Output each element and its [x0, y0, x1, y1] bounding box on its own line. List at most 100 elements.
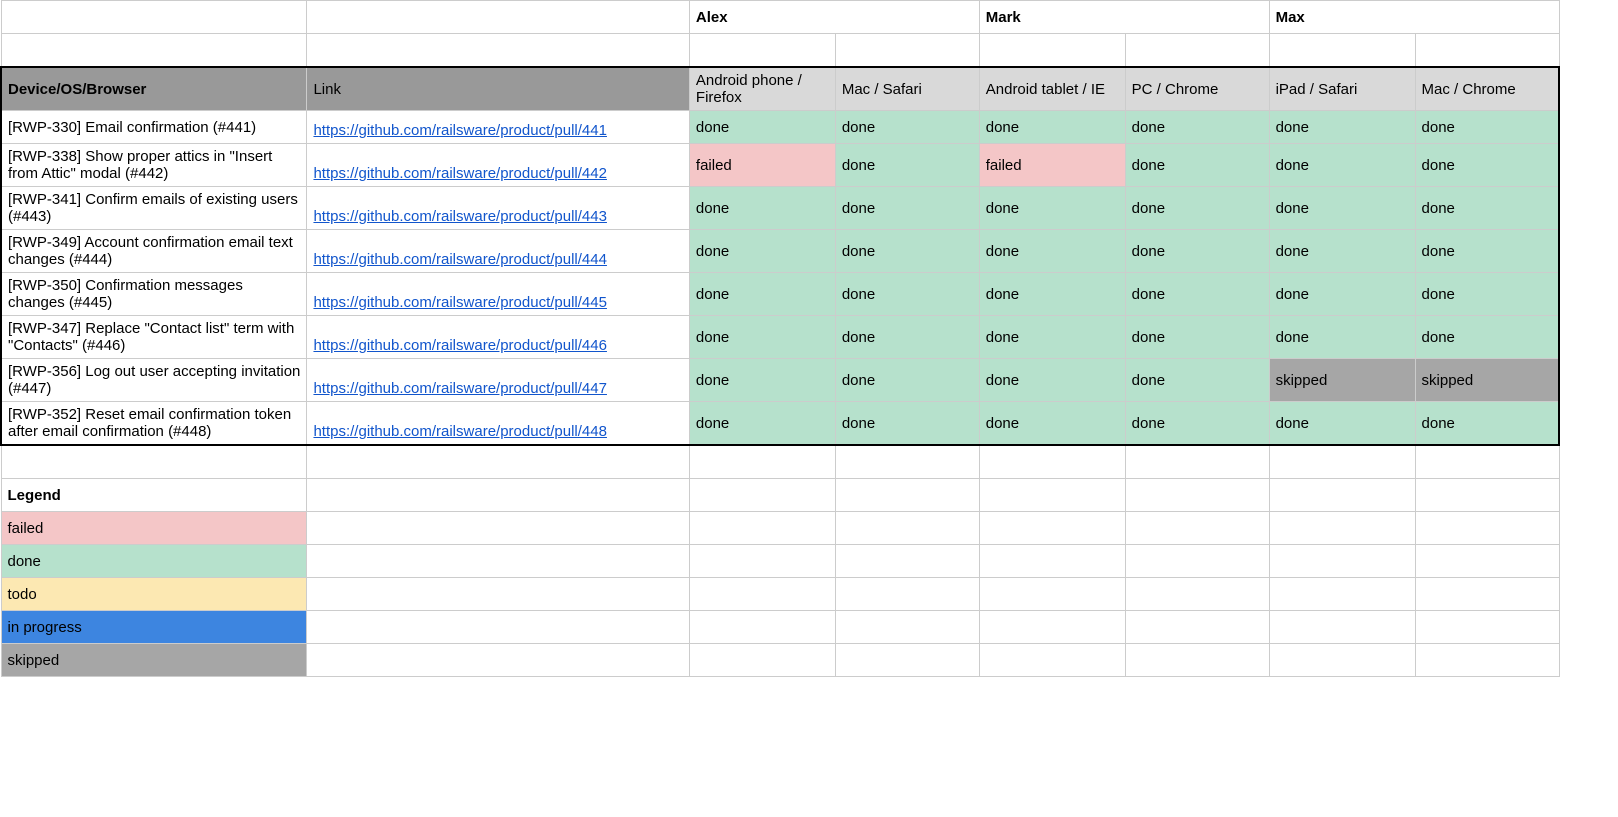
status-cell[interactable]: done: [689, 187, 835, 230]
status-cell[interactable]: done: [835, 402, 979, 446]
status-cell[interactable]: done: [979, 359, 1125, 402]
blank-cell: [835, 644, 979, 677]
person-header: Alex: [689, 1, 979, 34]
status-cell[interactable]: done: [689, 402, 835, 446]
status-cell[interactable]: done: [835, 359, 979, 402]
env-header: Mac / Safari: [835, 67, 979, 111]
blank-cell: [1269, 578, 1415, 611]
task-title: [RWP-338] Show proper attics in "Insert …: [1, 144, 307, 187]
task-link[interactable]: https://github.com/railsware/product/pul…: [307, 144, 689, 187]
task-link-anchor[interactable]: https://github.com/railsware/product/pul…: [313, 122, 607, 139]
blank-cell: [1269, 445, 1415, 479]
status-cell[interactable]: done: [1125, 144, 1269, 187]
status-cell[interactable]: done: [835, 316, 979, 359]
status-cell[interactable]: done: [1125, 402, 1269, 446]
status-cell[interactable]: done: [1415, 316, 1559, 359]
task-link-anchor[interactable]: https://github.com/railsware/product/pul…: [313, 380, 607, 397]
status-cell[interactable]: done: [979, 230, 1125, 273]
blank-cell: [1125, 34, 1269, 68]
blank-cell: [307, 1, 689, 34]
blank-cell: [1125, 545, 1269, 578]
status-cell[interactable]: skipped: [1415, 359, 1559, 402]
status-cell[interactable]: done: [1269, 316, 1415, 359]
status-cell[interactable]: failed: [689, 144, 835, 187]
status-cell[interactable]: done: [979, 402, 1125, 446]
task-link-anchor[interactable]: https://github.com/railsware/product/pul…: [313, 294, 607, 311]
status-cell[interactable]: done: [835, 144, 979, 187]
legend-item: failed: [1, 512, 307, 545]
task-link-anchor[interactable]: https://github.com/railsware/product/pul…: [313, 423, 607, 440]
task-title: [RWP-341] Confirm emails of existing use…: [1, 187, 307, 230]
blank-cell: [1, 1, 307, 34]
legend-item: todo: [1, 578, 307, 611]
status-cell[interactable]: done: [1125, 359, 1269, 402]
status-cell[interactable]: done: [1415, 111, 1559, 144]
status-cell[interactable]: skipped: [1269, 359, 1415, 402]
status-cell[interactable]: done: [689, 316, 835, 359]
status-cell[interactable]: done: [1125, 316, 1269, 359]
legend-title: Legend: [1, 479, 307, 512]
task-link-anchor[interactable]: https://github.com/railsware/product/pul…: [313, 208, 607, 225]
task-link[interactable]: https://github.com/railsware/product/pul…: [307, 316, 689, 359]
blank-cell: [1269, 34, 1415, 68]
status-cell[interactable]: done: [835, 187, 979, 230]
blank-cell: [835, 445, 979, 479]
task-title: [RWP-352] Reset email confirmation token…: [1, 402, 307, 446]
blank-cell: [835, 512, 979, 545]
status-cell[interactable]: done: [1415, 187, 1559, 230]
status-cell[interactable]: done: [1269, 273, 1415, 316]
status-cell[interactable]: done: [979, 187, 1125, 230]
task-link[interactable]: https://github.com/railsware/product/pul…: [307, 273, 689, 316]
blank-cell: [1415, 445, 1559, 479]
blank-cell: [1269, 644, 1415, 677]
task-link[interactable]: https://github.com/railsware/product/pul…: [307, 187, 689, 230]
blank-cell: [979, 512, 1125, 545]
status-cell[interactable]: done: [689, 359, 835, 402]
env-header: Android tablet / IE: [979, 67, 1125, 111]
blank-cell: [307, 512, 689, 545]
status-cell[interactable]: done: [689, 273, 835, 316]
status-cell[interactable]: done: [1269, 402, 1415, 446]
status-cell[interactable]: done: [1415, 230, 1559, 273]
status-cell[interactable]: done: [1269, 187, 1415, 230]
status-cell[interactable]: done: [689, 111, 835, 144]
task-link[interactable]: https://github.com/railsware/product/pul…: [307, 359, 689, 402]
status-cell[interactable]: done: [689, 230, 835, 273]
status-cell[interactable]: done: [835, 230, 979, 273]
blank-cell: [835, 578, 979, 611]
status-cell[interactable]: done: [1125, 230, 1269, 273]
status-cell[interactable]: done: [979, 111, 1125, 144]
status-cell[interactable]: done: [835, 273, 979, 316]
task-title: [RWP-330] Email confirmation (#441): [1, 111, 307, 144]
status-cell[interactable]: done: [1415, 402, 1559, 446]
status-cell[interactable]: done: [1125, 273, 1269, 316]
blank-cell: [979, 479, 1125, 512]
status-cell[interactable]: done: [1415, 144, 1559, 187]
blank-cell: [689, 512, 835, 545]
env-header: iPad / Safari: [1269, 67, 1415, 111]
task-link[interactable]: https://github.com/railsware/product/pul…: [307, 230, 689, 273]
blank-cell: [979, 578, 1125, 611]
task-link[interactable]: https://github.com/railsware/product/pul…: [307, 111, 689, 144]
blank-cell: [1415, 479, 1559, 512]
task-link-anchor[interactable]: https://github.com/railsware/product/pul…: [313, 337, 607, 354]
task-link-anchor[interactable]: https://github.com/railsware/product/pul…: [313, 251, 607, 268]
person-header: Mark: [979, 1, 1269, 34]
status-cell[interactable]: done: [835, 111, 979, 144]
status-cell[interactable]: done: [1269, 144, 1415, 187]
status-cell[interactable]: failed: [979, 144, 1125, 187]
blank-cell: [689, 445, 835, 479]
blank-cell: [1269, 545, 1415, 578]
status-cell[interactable]: done: [979, 273, 1125, 316]
status-cell[interactable]: done: [1125, 111, 1269, 144]
blank-cell: [1125, 512, 1269, 545]
status-cell[interactable]: done: [1269, 111, 1415, 144]
blank-cell: [1125, 445, 1269, 479]
status-cell[interactable]: done: [979, 316, 1125, 359]
status-cell[interactable]: done: [1125, 187, 1269, 230]
task-link-anchor[interactable]: https://github.com/railsware/product/pul…: [313, 165, 607, 182]
status-cell[interactable]: done: [1269, 230, 1415, 273]
status-cell[interactable]: done: [1415, 273, 1559, 316]
blank-cell: [689, 34, 835, 68]
task-link[interactable]: https://github.com/railsware/product/pul…: [307, 402, 689, 446]
